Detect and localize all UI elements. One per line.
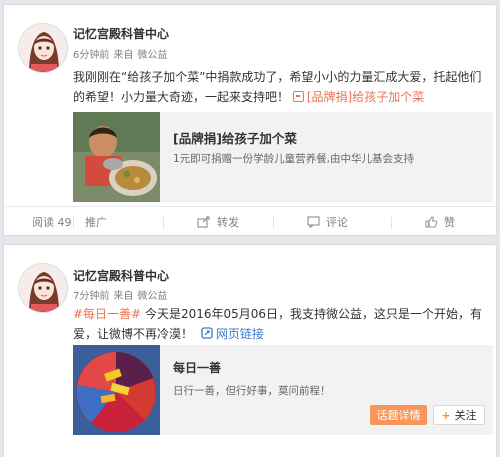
comment-icon — [307, 215, 320, 228]
post-text: 我刚刚在“给孩子加个菜”中捐款成功了，希望小小的力量汇成大爱，托起他们的希望！小… — [73, 67, 491, 107]
web-link[interactable]: 网页链接 — [197, 327, 264, 341]
post-text: #每日一善# 今天是2016年05月06日，我支持微公益，这只是一个开始，有爱，… — [73, 304, 491, 344]
link-icon — [292, 91, 304, 102]
thumbs-up-icon — [425, 215, 438, 228]
post-meta: 7分钟前 来自 微公益 — [73, 287, 171, 302]
plus-icon: + — [441, 408, 451, 422]
promote-button[interactable]: 推广 — [73, 207, 163, 237]
comment-button[interactable]: 评论 — [273, 207, 391, 237]
read-count: 阅读 49 — [32, 215, 72, 229]
source-prefix: 来自 — [113, 291, 134, 302]
post-link[interactable]: [品牌捐]给孩子加个菜 — [292, 90, 424, 104]
embed-card[interactable]: [品牌捐]给孩子加个菜 1元即可捐赠一份学龄儿童营养餐,由中华儿基会支持 — [73, 112, 493, 202]
embed-title[interactable]: 每日一善 — [173, 359, 221, 376]
embed-title[interactable]: [品牌捐]给孩子加个菜 — [173, 128, 297, 147]
forward-button[interactable]: 转发 — [163, 207, 273, 237]
topic-detail-button[interactable]: 话题详情 — [370, 405, 427, 425]
link-icon — [201, 327, 213, 339]
post-time[interactable]: 7分钟前 — [73, 291, 109, 302]
post-source[interactable]: 微公益 — [137, 50, 167, 61]
forward-icon — [197, 215, 210, 228]
avatar[interactable] — [18, 263, 68, 313]
source-prefix: 来自 — [113, 50, 134, 61]
avatar[interactable] — [18, 23, 68, 73]
like-button[interactable]: 赞 — [391, 207, 498, 237]
embed-description: 1元即可捐赠一份学龄儿童营养餐,由中华儿基会支持 — [173, 153, 415, 165]
action-bar: 阅读 49 推广 转发 评论 赞 — [4, 206, 498, 236]
author-name[interactable]: 记忆宫殿科普中心 — [73, 25, 169, 42]
feed-card: 记忆宫殿科普中心 6分钟前 来自 微公益 我刚刚在“给孩子加个菜”中捐款成功了，希望… — [3, 4, 498, 236]
embed-thumbnail — [73, 112, 160, 202]
feed-card: 记忆宫殿科普中心 7分钟前 来自 微公益 #每日一善# 今天是2016年05月06日… — [3, 244, 497, 457]
follow-button[interactable]: + 关注 — [433, 405, 485, 425]
post-source[interactable]: 微公益 — [137, 291, 167, 302]
embed-card[interactable]: 每日一善 日行一善，但行好事，莫问前程！ 话题详情 + 关注 — [73, 345, 493, 435]
hashtag-link[interactable]: #每日一善# — [73, 307, 141, 321]
post-time[interactable]: 6分钟前 — [73, 50, 109, 61]
post-meta: 6分钟前 来自 微公益 — [73, 46, 171, 61]
author-name[interactable]: 记忆宫殿科普中心 — [73, 267, 169, 284]
embed-thumbnail — [73, 345, 160, 435]
embed-description: 日行一善，但行好事，莫问前程！ — [173, 385, 331, 397]
